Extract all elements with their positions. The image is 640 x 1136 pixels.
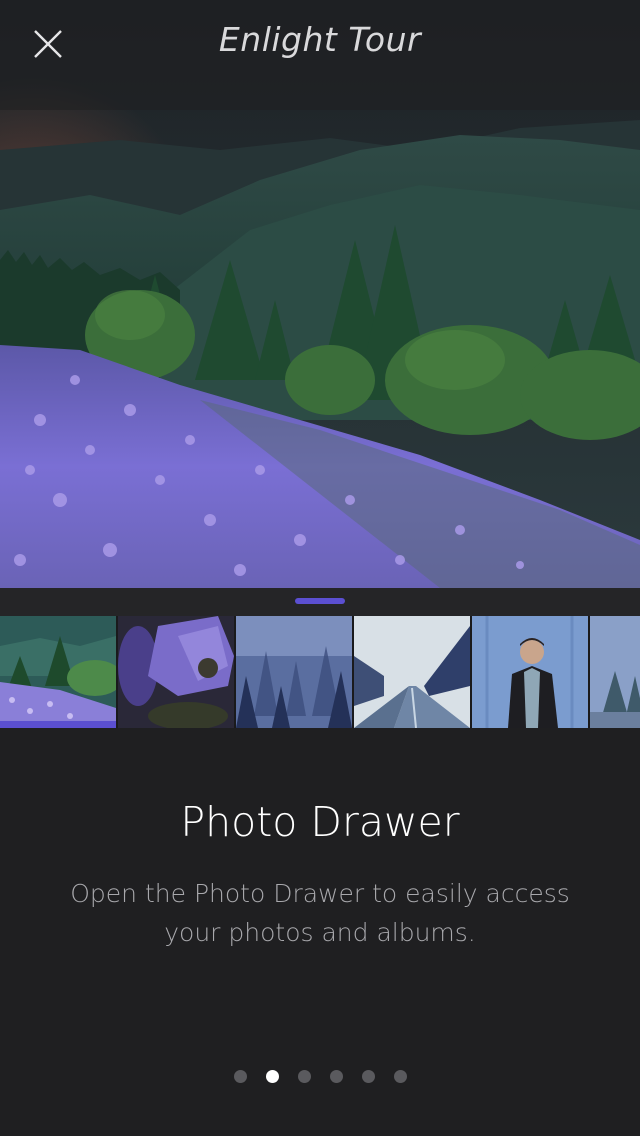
thumb-misty-forest[interactable] [236,616,352,728]
header-bar: Enlight Tour [0,0,640,88]
page-dot-3[interactable] [297,1070,311,1083]
page-title: Enlight Tour [218,20,422,59]
drawer-handle-icon[interactable] [295,598,345,604]
hero-photo [0,0,640,588]
page-dot-4[interactable] [329,1070,343,1083]
page-dot-2[interactable] [265,1070,279,1083]
photo-drawer-bar [0,588,640,616]
page-dot-5[interactable] [361,1070,375,1083]
thumb-wet-road[interactable] [354,616,470,728]
photo-drawer-strip[interactable] [0,616,640,728]
selected-indicator [0,721,116,728]
thumb-lupine-meadow[interactable] [0,616,116,728]
thumb-man-blue-wall[interactable] [472,616,588,728]
feature-description: Open the Photo Drawer to easily access y… [70,879,570,947]
page-dot-1[interactable] [233,1070,247,1083]
thumb-purple-flower[interactable] [118,616,234,728]
page-indicator [0,1070,640,1088]
feature-heading: Photo Drawer [180,798,460,846]
thumb-foggy-trees[interactable] [590,616,640,728]
page-dot-6[interactable] [393,1070,407,1083]
